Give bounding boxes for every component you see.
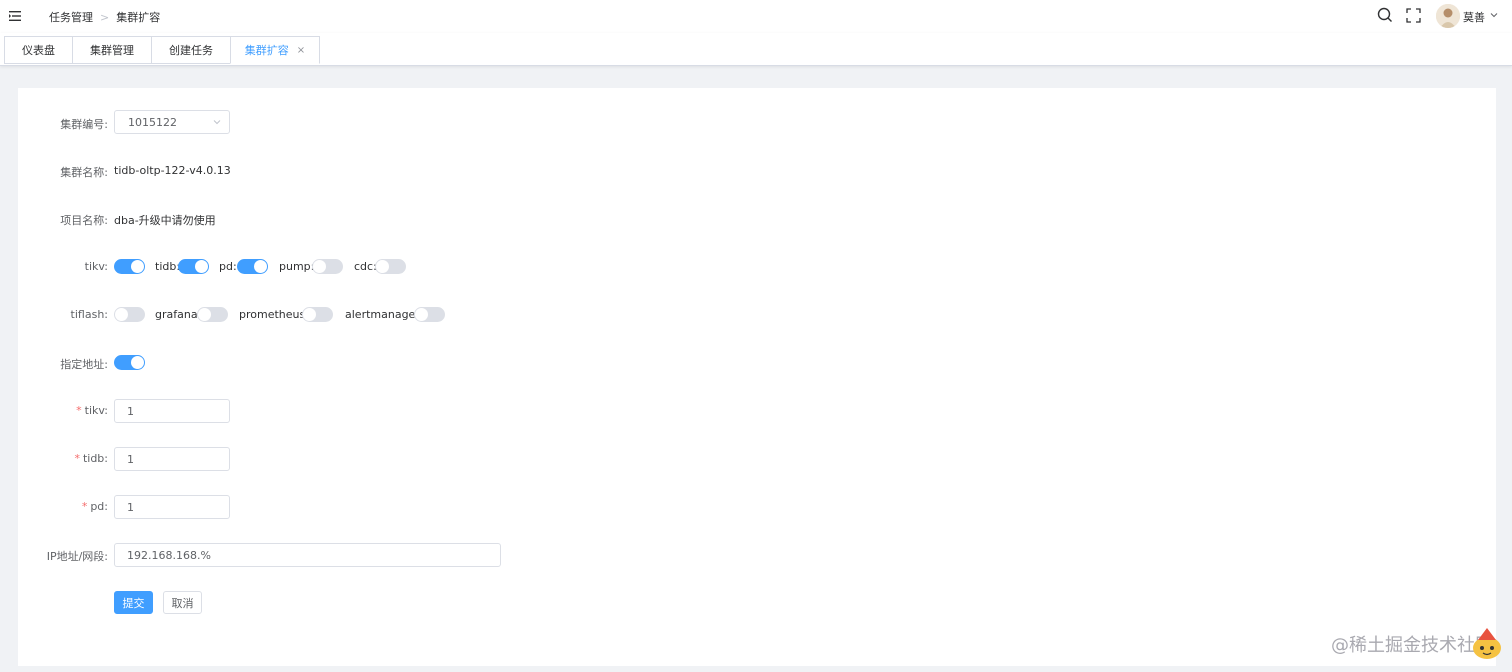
project-name-label: 项目名称: — [60, 214, 108, 227]
switch-label-grafana: grafana: — [155, 308, 202, 321]
tab-dashboard[interactable]: 仪表盘 — [4, 36, 73, 64]
breadcrumb: 任务管理 > 集群扩容 — [49, 9, 160, 25]
breadcrumb-separator: > — [100, 10, 110, 24]
switch-label-tidb: tidb: — [155, 260, 181, 273]
tidb-count-label-text: tidb: — [82, 452, 108, 465]
cluster-name-value: tidb-oltp-122-v4.0.13 — [114, 164, 231, 177]
tab-cluster-scale[interactable]: 集群扩容 × — [230, 36, 320, 64]
specify-address-label: 指定地址: — [60, 358, 108, 371]
switch-knob — [313, 260, 326, 273]
mascot-icon — [1473, 628, 1501, 659]
search-icon[interactable] — [1377, 7, 1393, 23]
pump-switch[interactable] — [312, 259, 343, 274]
tikv-count-label-text: tikv: — [84, 404, 108, 417]
tiflash-switch[interactable] — [114, 307, 145, 322]
cancel-button[interactable]: 取消 — [163, 591, 202, 614]
pd-count-label: * pd: — [18, 500, 108, 513]
submit-button[interactable]: 提交 — [114, 591, 153, 614]
required-mark: * — [76, 404, 82, 417]
switch-label-tiflash: tiflash: — [70, 308, 108, 321]
required-mark: * — [81, 500, 88, 513]
switch-knob — [115, 308, 128, 321]
switch-knob — [131, 260, 144, 273]
switch-label-pd: pd: — [219, 260, 237, 273]
chevron-down-icon — [213, 120, 221, 125]
navbar: 任务管理 > 集群扩容 莫善 — [0, 0, 1512, 33]
pd-count-label-text: pd: — [90, 500, 108, 513]
tidb-count-input[interactable]: 1 — [114, 447, 230, 471]
switch-label-prometheus: prometheus: — [239, 308, 309, 321]
tags-view: 仪表盘 集群管理 创建任务 集群扩容 × — [0, 33, 1512, 66]
project-name-value: dba-升级中请勿使用 — [114, 214, 216, 227]
switch-knob — [415, 308, 428, 321]
switch-knob — [376, 260, 389, 273]
cluster-id-value: 1015122 — [128, 116, 177, 129]
grafana-switch[interactable] — [197, 307, 228, 322]
hamburger-icon[interactable] — [8, 9, 22, 23]
tab-cluster-management[interactable]: 集群管理 — [72, 36, 152, 64]
breadcrumb-item-current: 集群扩容 — [116, 11, 161, 24]
tab-create-task[interactable]: 创建任务 — [151, 36, 231, 64]
tab-label: 集群管理 — [90, 44, 134, 57]
cluster-name-label: 集群名称: — [60, 166, 108, 179]
tab-label: 创建任务 — [169, 44, 213, 57]
chevron-down-icon[interactable] — [1489, 10, 1499, 20]
tab-label: 集群扩容 — [244, 44, 289, 57]
pd-count-input[interactable]: 1 — [114, 495, 230, 519]
alertmanager-switch[interactable] — [414, 307, 445, 322]
tidb-switch[interactable] — [178, 259, 209, 274]
username[interactable]: 莫善 — [1463, 9, 1485, 25]
switch-knob — [303, 308, 316, 321]
avatar[interactable] — [1436, 4, 1460, 28]
required-mark: * — [74, 452, 80, 465]
switch-knob — [254, 260, 267, 273]
form-card: 集群编号: 1015122 集群名称: tidb-oltp-122-v4.0.1… — [18, 88, 1496, 666]
tikv-switch[interactable] — [114, 259, 145, 274]
cdc-switch[interactable] — [375, 259, 406, 274]
switch-label-tikv: tikv: — [84, 260, 108, 273]
fullscreen-icon[interactable] — [1406, 8, 1421, 23]
switch-knob — [195, 260, 208, 273]
close-icon[interactable]: × — [297, 45, 305, 56]
switch-knob — [131, 356, 144, 369]
switch-label-cdc: cdc: — [354, 260, 377, 273]
specify-address-switch[interactable] — [114, 355, 145, 370]
avatar-image — [1436, 4, 1460, 28]
switch-label-alertmanager: alertmanager: — [345, 308, 424, 321]
tab-label: 仪表盘 — [22, 44, 55, 57]
switch-label-pump: pump: — [279, 260, 315, 273]
tidb-count-label: * tidb: — [18, 452, 108, 465]
ip-address-label: IP地址/网段: — [46, 550, 108, 563]
switch-knob — [198, 308, 211, 321]
prometheus-switch[interactable] — [302, 307, 333, 322]
tikv-count-label: * tikv: — [18, 404, 108, 417]
ip-address-input[interactable]: 192.168.168.% — [114, 543, 501, 567]
cluster-id-select[interactable]: 1015122 — [114, 110, 230, 134]
cluster-id-label: 集群编号: — [60, 118, 108, 131]
breadcrumb-item-task-management[interactable]: 任务管理 — [49, 9, 93, 25]
pd-switch[interactable] — [237, 259, 268, 274]
watermark: @稀土掘金技术社区 — [1331, 635, 1493, 656]
tikv-count-input[interactable]: 1 — [114, 399, 230, 423]
